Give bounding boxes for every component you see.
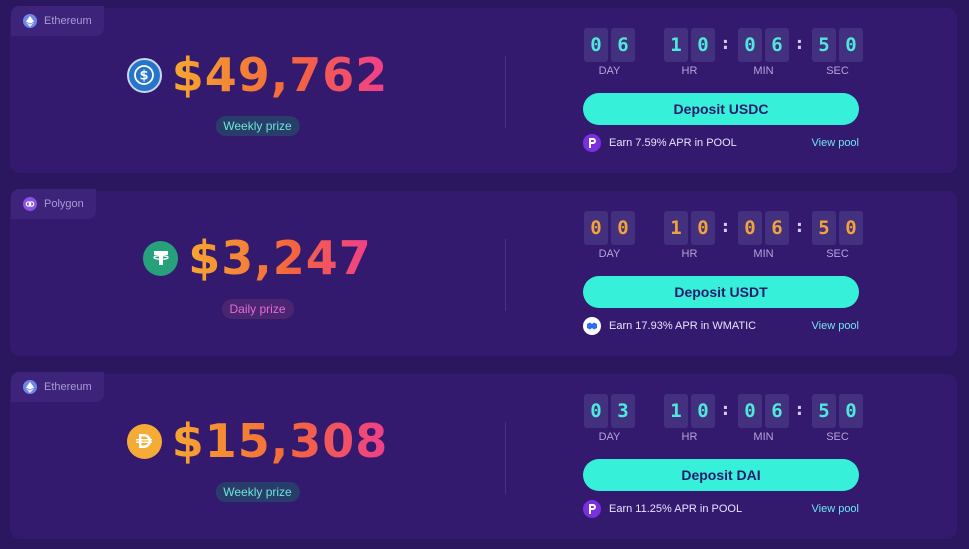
wmatic-token-icon (583, 317, 601, 335)
timer-sec: 50 SEC (812, 211, 863, 260)
timer-hr: 10 HR (664, 211, 715, 260)
timer-digit: 5 (812, 211, 836, 245)
timer-unit-label: SEC (826, 65, 849, 77)
timer-hr: 10 HR (664, 28, 715, 77)
timer-min: 06 MIN (738, 394, 789, 443)
prize-period-badge: Daily prize (221, 299, 294, 319)
timer-colon: : (720, 33, 731, 54)
timer-unit-label: HR (681, 431, 698, 443)
timer-unit-label: DAY (598, 248, 621, 260)
apr-row: Earn 17.93% APR in WMATIC View pool (583, 316, 859, 336)
timer-sec: 50 SEC (812, 28, 863, 77)
timer-digit: 0 (691, 394, 715, 428)
timer-digit: 0 (584, 28, 608, 62)
timer-day: 06 DAY (584, 28, 635, 77)
apr-text: Earn 11.25% APR in POOL (609, 503, 743, 515)
apr-row: Earn 7.59% APR in POOL View pool (583, 133, 859, 153)
prize-amount: $15,308 (171, 414, 389, 468)
apr-text: Earn 17.93% APR in WMATIC (609, 320, 757, 332)
prize-card-usdc: Ethereum $ $49,762 Weekly prize 06 DAY 1… (10, 6, 957, 173)
timer-sec: 50 SEC (812, 394, 863, 443)
timer-digit: 6 (611, 28, 635, 62)
timer-unit-label: DAY (598, 65, 621, 77)
pool-token-icon (583, 134, 601, 152)
timer-day: 03 DAY (584, 394, 635, 443)
deposit-usdc-button[interactable]: Deposit USDC (583, 93, 859, 125)
divider (505, 422, 506, 494)
divider (505, 239, 506, 311)
timer-min: 06 MIN (738, 28, 789, 77)
timer-unit-label: DAY (598, 431, 621, 443)
prize-period-badge: Weekly prize (215, 482, 300, 502)
timer-digit: 1 (664, 394, 688, 428)
prize-block: $3,247 Daily prize (10, 191, 505, 356)
prize-amount: $49,762 (171, 48, 389, 102)
timer-digit: 6 (765, 394, 789, 428)
timer-digit: 0 (738, 28, 762, 62)
view-pool-link[interactable]: View pool (812, 320, 860, 332)
svg-text:$: $ (140, 69, 149, 84)
timer-unit-label: HR (681, 65, 698, 77)
timer-unit-label: MIN (753, 248, 774, 260)
timer-colon: : (794, 33, 805, 54)
timer-unit-label: MIN (753, 65, 774, 77)
timer-digit: 0 (691, 28, 715, 62)
prize-block: $15,308 Weekly prize (10, 374, 505, 539)
timer-digit: 1 (664, 28, 688, 62)
timer-digit: 0 (584, 394, 608, 428)
timer-hr: 10 HR (664, 394, 715, 443)
timer-unit-label: MIN (753, 431, 774, 443)
deposit-dai-button[interactable]: Deposit DAI (583, 459, 859, 491)
timer-digit: 0 (839, 28, 863, 62)
usdc-icon: $ (126, 57, 162, 93)
pool-token-icon (583, 500, 601, 518)
timer-colon: : (720, 399, 731, 420)
timer-digit: 0 (691, 211, 715, 245)
prize-card-usdt: Polygon $3,247 Daily prize 00 DAY 10 HR … (10, 189, 957, 356)
view-pool-link[interactable]: View pool (812, 503, 860, 515)
timer-digit: 6 (765, 211, 789, 245)
prize-period-badge: Weekly prize (215, 116, 300, 136)
timer-digit: 0 (738, 394, 762, 428)
timer-colon: : (794, 399, 805, 420)
timer-digit: 5 (812, 394, 836, 428)
view-pool-link[interactable]: View pool (812, 137, 860, 149)
timer-digit: 0 (584, 211, 608, 245)
apr-row: Earn 11.25% APR in POOL View pool (583, 499, 859, 519)
apr-text: Earn 7.59% APR in POOL (609, 137, 737, 149)
timer-colon: : (794, 216, 805, 237)
timer-digit: 6 (765, 28, 789, 62)
timer-digit: 0 (611, 211, 635, 245)
timer-day: 00 DAY (584, 211, 635, 260)
divider (505, 56, 506, 128)
timer-digit: 0 (738, 211, 762, 245)
timer-unit-label: SEC (826, 248, 849, 260)
dai-icon (126, 423, 162, 459)
timer-digit: 1 (664, 211, 688, 245)
usdt-icon (143, 240, 179, 276)
timer-digit: 0 (839, 211, 863, 245)
timer-digit: 5 (812, 28, 836, 62)
timer-digit: 0 (839, 394, 863, 428)
timer-colon: : (720, 216, 731, 237)
timer-min: 06 MIN (738, 211, 789, 260)
prize-block: $ $49,762 Weekly prize (10, 8, 505, 173)
prize-amount: $3,247 (188, 231, 372, 285)
timer-unit-label: HR (681, 248, 698, 260)
timer-unit-label: SEC (826, 431, 849, 443)
prize-card-dai: Ethereum $15,308 Weekly prize 03 DAY 10 … (10, 372, 957, 539)
timer-digit: 3 (611, 394, 635, 428)
deposit-usdt-button[interactable]: Deposit USDT (583, 276, 859, 308)
